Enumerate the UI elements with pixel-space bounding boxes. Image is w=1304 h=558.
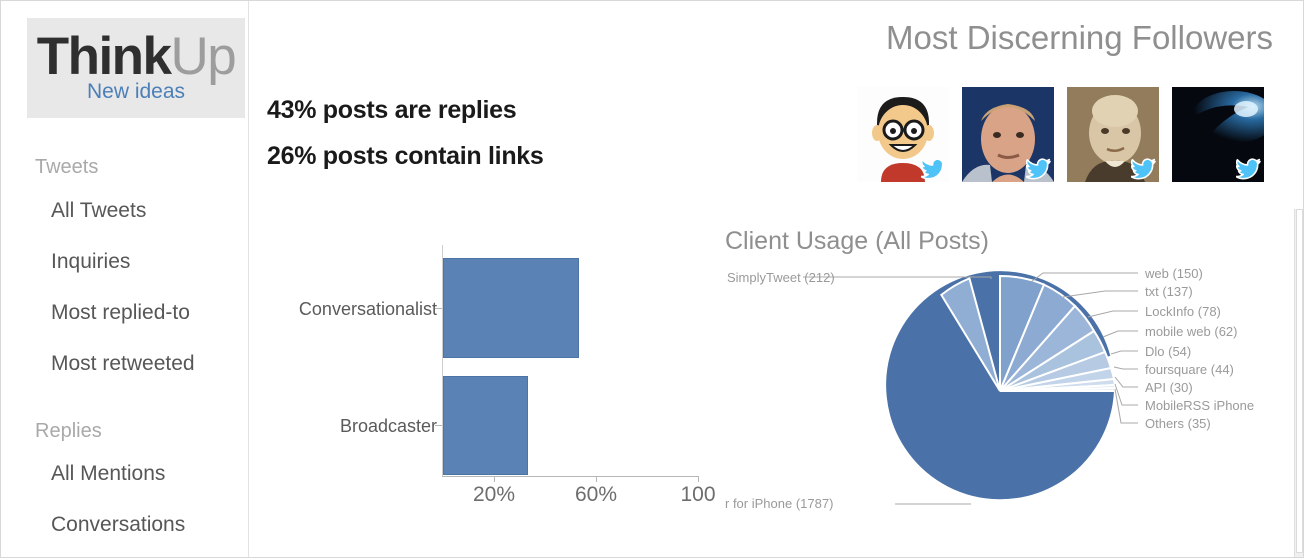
twitter-bird-icon	[1236, 158, 1261, 180]
user-type-bar-chart: Conversationalist Broadcaster 20% 60% 10…	[257, 233, 727, 523]
twitter-bird-icon	[1131, 158, 1156, 180]
sidebar-item-conversations[interactable]: Conversations	[51, 513, 185, 537]
sidebar-group-title-tweets: Tweets	[35, 156, 99, 178]
logo-wordmark: ThinkUp	[37, 30, 237, 83]
follower-avatar-4[interactable]	[1172, 87, 1264, 182]
bar-chart-x-ticklabel-20: 20%	[472, 483, 516, 506]
twitter-bird-icon	[1026, 158, 1051, 180]
sidebar-group-title-replies: Replies	[35, 420, 102, 442]
bar-conversationalist[interactable]	[443, 258, 579, 358]
bar-chart-x-tick-60	[596, 476, 597, 482]
sidebar-item-most-replied-to[interactable]: Most replied-to	[51, 301, 190, 325]
follower-avatar-1[interactable]	[857, 87, 949, 182]
scrollbar-thumb[interactable]	[1296, 209, 1303, 553]
discerning-followers-avatars	[857, 87, 1264, 182]
pie-label-others: Others (35)	[1145, 416, 1211, 431]
logo-think-text: Think	[36, 27, 172, 86]
follower-avatar-2[interactable]	[962, 87, 1054, 182]
pie-label-foursquare: foursquare (44)	[1145, 362, 1234, 377]
pie-label-txt: txt (137)	[1145, 284, 1193, 299]
pie-slices	[884, 269, 1117, 502]
stat-links-percent: 26% posts contain links	[267, 142, 544, 170]
sidebar-item-inquiries[interactable]: Inquiries	[51, 250, 130, 274]
sidebar: ThinkUp New ideas Tweets All Tweets Inqu…	[1, 1, 249, 557]
bar-chart-x-ticklabel-60: 60%	[574, 483, 618, 506]
thinkup-dashboard: ThinkUp New ideas Tweets All Tweets Inqu…	[0, 0, 1304, 558]
right-panel: Most Discerning Followers Client Usage (…	[713, 1, 1303, 557]
pie-label-mobilerss: MobileRSS iPhone	[1145, 398, 1255, 413]
sidebar-item-all-tweets[interactable]: All Tweets	[51, 199, 146, 223]
bar-label-conversationalist: Conversationalist	[298, 299, 437, 319]
pie-label-api: API (30)	[1145, 380, 1193, 395]
logo-up-text: Up	[170, 27, 237, 86]
summary-stats: 43% posts are replies 26% posts contain …	[267, 87, 544, 179]
stat-replies-percent: 43% posts are replies	[267, 96, 517, 124]
sidebar-item-all-mentions[interactable]: All Mentions	[51, 462, 165, 486]
twitter-bird-icon	[921, 158, 946, 180]
bar-chart-x-axis	[442, 476, 698, 477]
pie-label-dlo: Dlo (54)	[1145, 344, 1192, 359]
bar-broadcaster[interactable]	[443, 376, 528, 475]
pie-label-web: web (150)	[1145, 266, 1203, 281]
pie-label-lockinfo: LockInfo (78)	[1145, 304, 1221, 319]
page-title: Most Discerning Followers	[886, 19, 1273, 56]
sidebar-item-most-retweeted[interactable]: Most retweeted	[51, 352, 195, 376]
app-logo[interactable]: ThinkUp New ideas	[27, 18, 245, 118]
pie-label-simplytweet: SimplyTweet (212)	[727, 270, 835, 285]
vertical-scrollbar[interactable]	[1294, 209, 1303, 557]
pie-label-twitter-for-iphone: r for iPhone (1787)	[725, 496, 834, 511]
pie-label-mobile-web: mobile web (62)	[1145, 324, 1238, 339]
client-usage-pie-chart: SimplyTweet (212) r for iPhone (1787) we…	[713, 251, 1303, 557]
follower-avatar-3[interactable]	[1067, 87, 1159, 182]
bar-chart-x-tick-20	[494, 476, 495, 482]
bar-label-broadcaster: Broadcaster	[339, 416, 437, 436]
bar-chart-x-tick-100	[698, 476, 699, 482]
logo-tagline: New ideas	[86, 80, 186, 103]
